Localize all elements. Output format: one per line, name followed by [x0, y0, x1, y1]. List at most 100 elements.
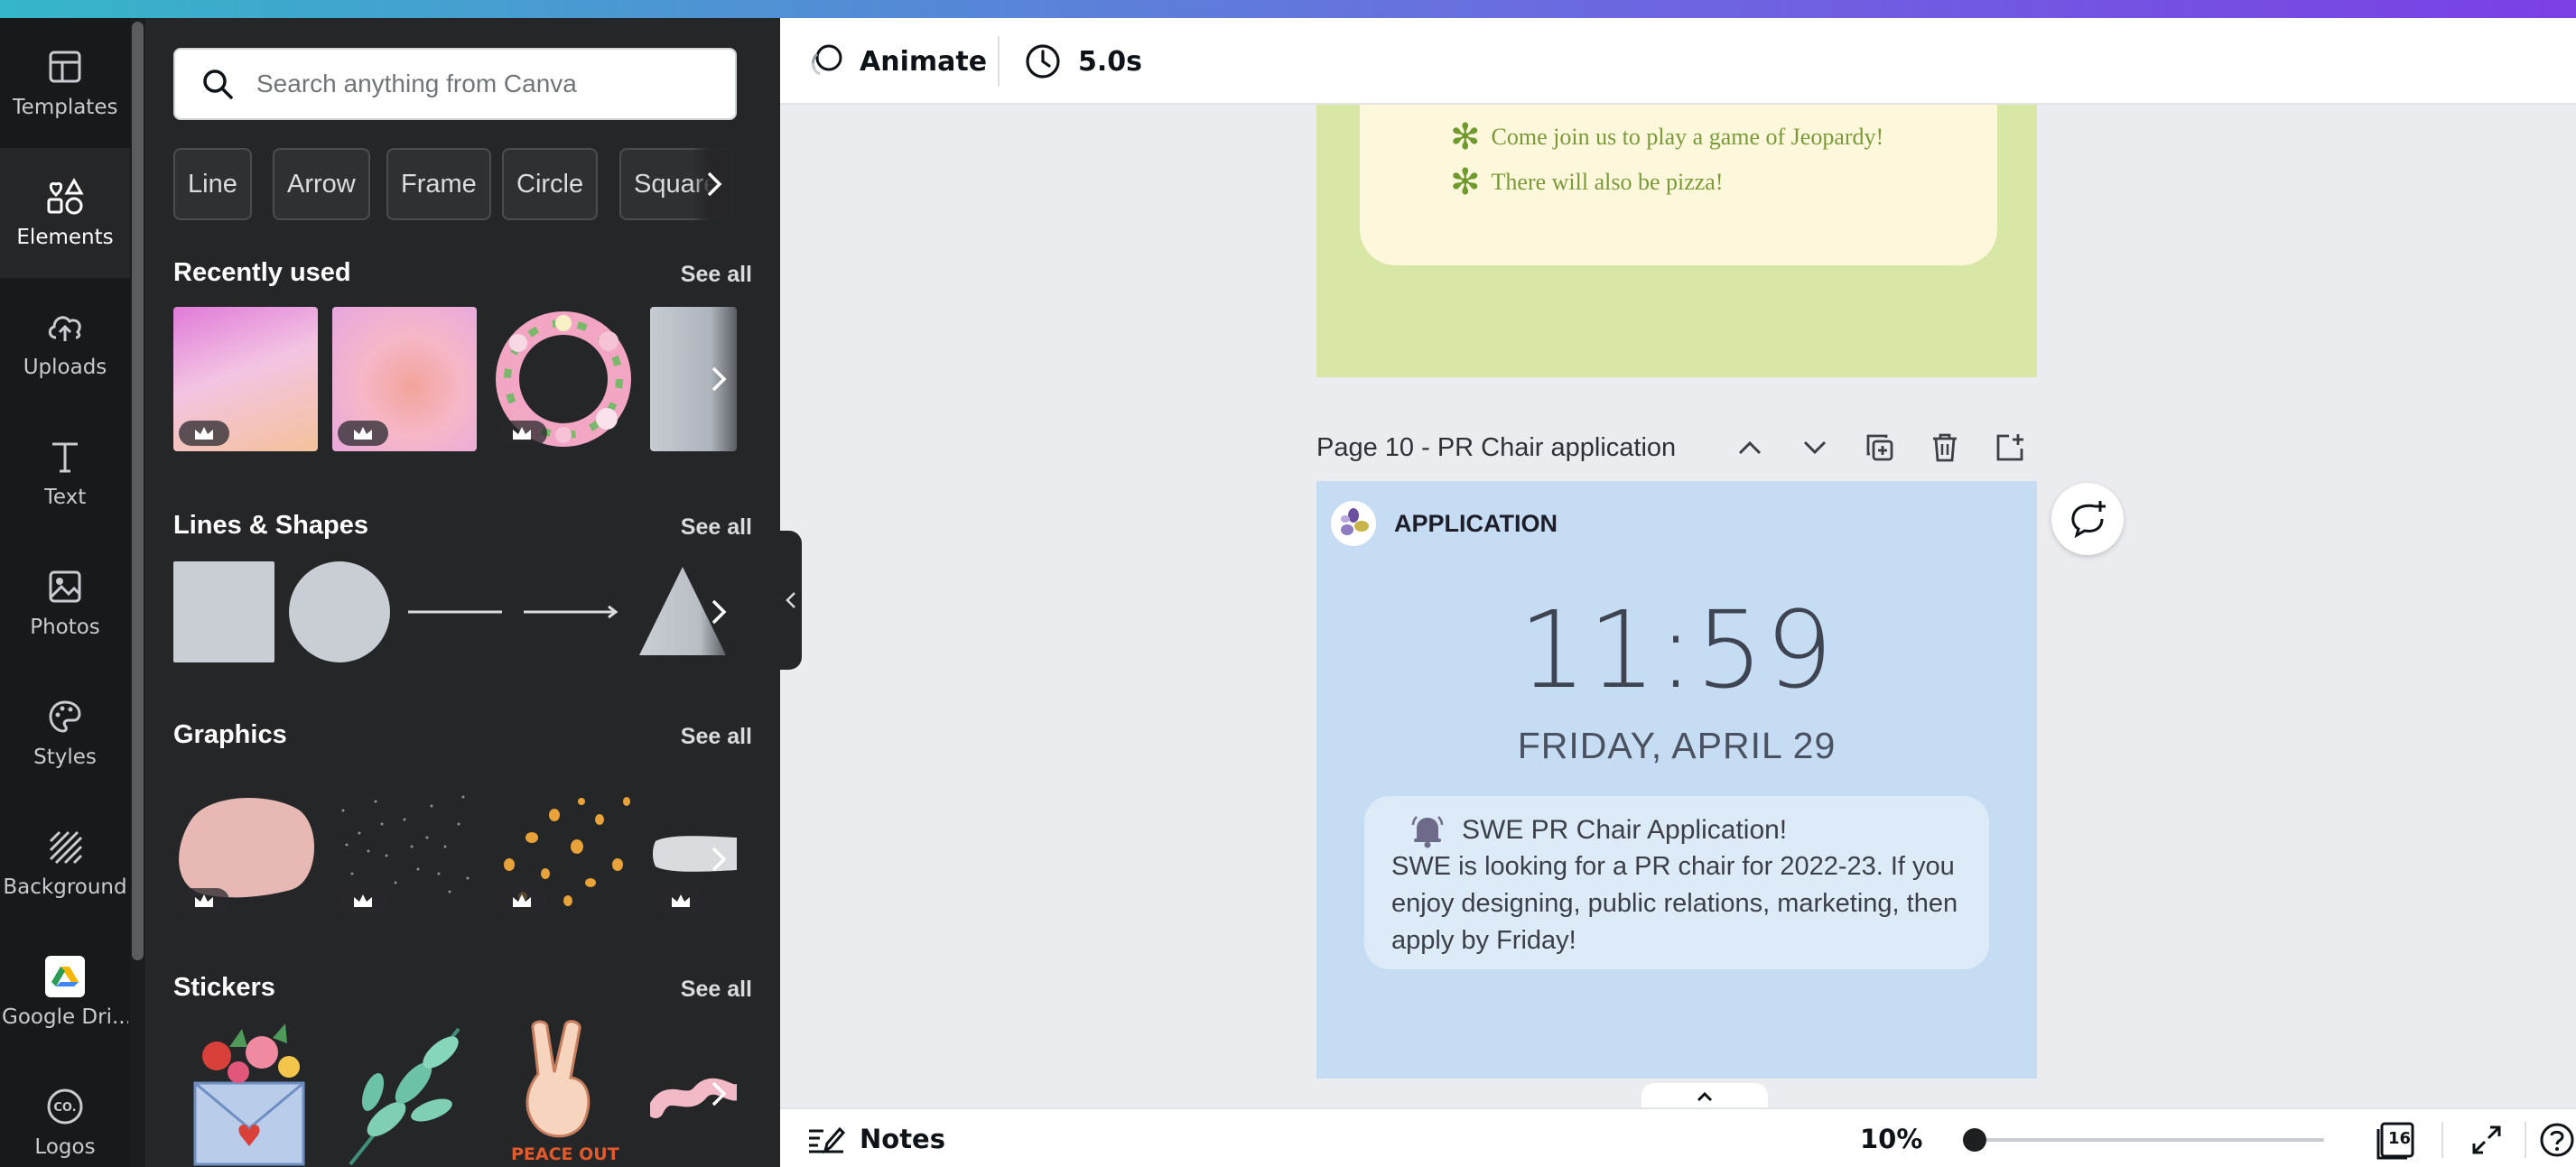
svg-text:CO.: CO. — [53, 1101, 76, 1115]
graphics-scroll-right-button[interactable] — [701, 841, 737, 877]
shape-arrow[interactable] — [520, 561, 621, 662]
clock-icon — [1026, 44, 1060, 79]
duplicate-icon — [1866, 434, 1893, 461]
lockscreen-time[interactable]: 11:59 — [1316, 588, 2037, 712]
chip-circle[interactable]: Circle — [502, 148, 599, 220]
page-9-bullet[interactable]: ✻ Come join us to play a game of Jeopard… — [1450, 116, 1883, 158]
add-page-icon — [1996, 434, 2023, 461]
expand-icon — [2472, 1125, 2501, 1154]
expand-pages-button[interactable] — [1641, 1083, 1768, 1110]
app-header[interactable]: APPLICATION — [1331, 501, 1558, 546]
animate-button[interactable]: Animate — [807, 18, 987, 105]
crown-icon — [497, 421, 547, 446]
chip-frame[interactable]: Frame — [386, 148, 491, 220]
search-placeholder: Search anything from Canva — [256, 69, 577, 97]
page-9-bullet[interactable]: ✻ There will also be pizza! — [1450, 161, 1724, 203]
see-all-stickers[interactable]: See all — [681, 977, 752, 1003]
search-input[interactable]: Search anything from Canva — [173, 48, 737, 120]
editor-toolbar: Animate 5.0s — [780, 18, 2576, 105]
shape-square[interactable] — [173, 561, 274, 662]
templates-icon — [45, 47, 85, 87]
see-all-recently-used[interactable]: See all — [681, 262, 752, 288]
notification-title: SWE PR Chair Application! — [1462, 815, 1788, 845]
page-10-header: Page 10 - PR Chair application — [1316, 422, 2039, 473]
logos-icon: CO. — [45, 1087, 85, 1126]
zoom-slider[interactable] — [1963, 1128, 2324, 1152]
uploads-icon — [45, 307, 85, 347]
recent-thumb-gradient-peach[interactable] — [332, 307, 477, 451]
graphic-dots-scatter[interactable] — [332, 783, 477, 919]
sticker-green-leaves[interactable] — [332, 1020, 477, 1167]
duplicate-page-button[interactable] — [1864, 431, 1896, 464]
page-10-title[interactable]: Page 10 - PR Chair application — [1316, 433, 1676, 463]
shapes-scroll-right-button[interactable] — [701, 594, 737, 630]
animate-label: Animate — [860, 45, 988, 78]
app-name: APPLICATION — [1394, 509, 1558, 537]
left-rail: Templates Elements Uploads Text Photos S… — [0, 18, 130, 1167]
crown-icon — [179, 421, 229, 446]
chips-scroll-right-button[interactable] — [692, 148, 737, 220]
move-page-down-button[interactable] — [1799, 431, 1831, 464]
rail-item-text[interactable]: Text — [0, 408, 130, 538]
browser-top-strip — [0, 0, 2576, 18]
add-comment-button[interactable] — [2051, 483, 2124, 555]
recent-scroll-right-button[interactable] — [701, 361, 737, 397]
sticker-peace-out[interactable]: PEACE OUT — [491, 1020, 636, 1167]
chip-line[interactable]: Line — [173, 148, 252, 220]
rail-item-templates[interactable]: Templates — [0, 18, 130, 148]
delete-page-button[interactable] — [1929, 431, 1961, 464]
page-9-bullet-text: There will also be pizza! — [1491, 168, 1724, 195]
recent-thumb-floral-frame[interactable] — [491, 307, 636, 451]
rail-item-google-drive[interactable]: Google Dri... — [0, 928, 130, 1058]
chevron-down-icon — [1803, 440, 1827, 455]
collapse-panel-button[interactable] — [780, 531, 802, 670]
panel-scrollbar-thumb[interactable] — [132, 22, 144, 960]
page-9-canvas[interactable]: ✻ Come join us to play a game of Jeopard… — [1316, 105, 2037, 377]
rail-item-background[interactable]: Background — [0, 798, 130, 928]
photos-icon — [45, 567, 85, 607]
zoom-level[interactable]: 10% — [1860, 1109, 1922, 1167]
crown-icon — [497, 888, 547, 913]
recent-thumb-gradient-pink[interactable] — [173, 307, 318, 451]
comment-plus-icon — [2071, 501, 2106, 539]
styles-icon — [45, 697, 85, 736]
rail-item-logos[interactable]: CO. Logos — [0, 1058, 130, 1167]
notification-card[interactable]: SWE PR Chair Application! SWE is looking… — [1364, 796, 1989, 969]
rail-item-photos[interactable]: Photos — [0, 538, 130, 668]
lockscreen-date[interactable]: FRIDAY, APRIL 29 — [1316, 725, 2037, 767]
shape-line[interactable] — [405, 561, 506, 662]
animate-icon — [811, 44, 842, 76]
crown-icon — [338, 888, 388, 913]
rail-item-uploads[interactable]: Uploads — [0, 278, 130, 408]
help-button[interactable] — [2537, 1120, 2576, 1160]
page-9-bullet-text: Come join us to play a game of Jeopardy! — [1491, 123, 1884, 150]
zoom-slider-handle[interactable] — [1963, 1128, 1986, 1152]
fullscreen-button[interactable] — [2467, 1120, 2506, 1160]
rail-item-elements[interactable]: Elements — [0, 148, 130, 278]
page-count: 16 — [2388, 1129, 2412, 1148]
chevron-up-icon — [1738, 440, 1762, 455]
shape-circle[interactable] — [289, 561, 390, 662]
stickers-scroll-right-button[interactable] — [701, 1076, 737, 1112]
see-all-lines-shapes[interactable]: See all — [681, 514, 752, 541]
search-icon — [203, 69, 233, 99]
panel-scrollbar[interactable] — [130, 18, 145, 1167]
crown-icon — [179, 888, 229, 913]
graphic-pink-blob[interactable] — [173, 783, 318, 919]
add-page-button[interactable] — [1994, 431, 2026, 464]
chevron-right-icon — [711, 599, 727, 625]
rail-item-styles[interactable]: Styles — [0, 668, 130, 798]
chevron-right-icon — [711, 366, 727, 392]
move-page-up-button[interactable] — [1734, 431, 1766, 464]
graphic-orange-dots[interactable] — [491, 783, 636, 919]
page-9-card[interactable]: ✻ Come join us to play a game of Jeopard… — [1360, 105, 1997, 265]
see-all-graphics[interactable]: See all — [681, 724, 752, 750]
page-grid-button[interactable]: 16 — [2376, 1120, 2416, 1160]
notes-button[interactable]: Notes — [807, 1109, 945, 1167]
sticker-envelope-flowers[interactable] — [179, 1020, 318, 1167]
duration-button[interactable]: 5.0s — [1024, 18, 1142, 105]
google-drive-icon — [45, 956, 85, 997]
chevron-right-icon — [711, 847, 727, 872]
chip-arrow[interactable]: Arrow — [273, 148, 370, 220]
page-10-canvas[interactable]: APPLICATION 11:59 FRIDAY, APRIL 29 SWE P… — [1316, 481, 2037, 1079]
